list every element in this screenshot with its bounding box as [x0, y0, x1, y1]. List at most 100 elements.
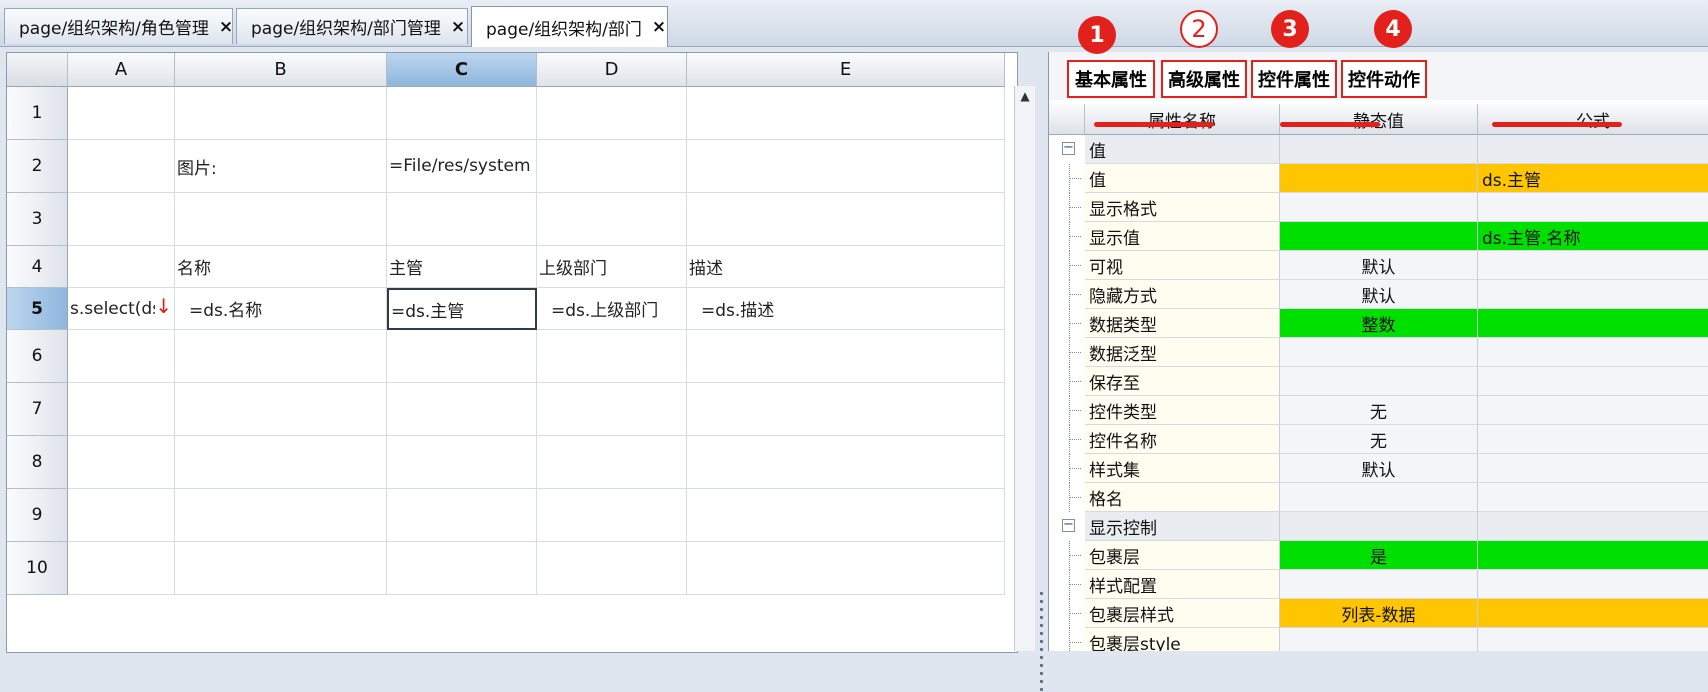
cell-d9[interactable] [537, 489, 687, 542]
cell-b2[interactable]: 图片: [175, 140, 387, 193]
column-header-e[interactable]: E [687, 53, 1005, 87]
vertical-scrollbar[interactable]: ▲ [1014, 86, 1035, 651]
property-formula[interactable]: ds.主管 [1478, 164, 1708, 193]
property-row[interactable]: 可视 默认 [1049, 251, 1708, 280]
cell-b4[interactable]: 名称 [175, 246, 387, 288]
cell-e1[interactable] [687, 87, 1005, 140]
property-row[interactable]: 数据泛型 [1049, 338, 1708, 367]
close-icon[interactable]: × [652, 17, 666, 37]
row-header-4[interactable]: 4 [7, 246, 68, 288]
cell-d7[interactable] [537, 383, 687, 436]
cell-d8[interactable] [537, 436, 687, 489]
property-static-value[interactable] [1280, 367, 1478, 396]
column-header-d[interactable]: D [537, 53, 687, 87]
cell-d4[interactable]: 上级部门 [537, 246, 687, 288]
cell-e3[interactable] [687, 193, 1005, 246]
collapse-icon[interactable]: − [1062, 141, 1075, 155]
row-header-9[interactable]: 9 [7, 489, 68, 542]
property-static-value[interactable] [1280, 628, 1478, 651]
property-row[interactable]: 包裹层style [1049, 628, 1708, 651]
property-row[interactable]: 样式配置 [1049, 570, 1708, 599]
cell-c3[interactable] [387, 193, 537, 246]
property-formula[interactable] [1478, 570, 1708, 599]
property-static-value[interactable]: 整数 [1280, 309, 1478, 338]
property-formula[interactable] [1478, 280, 1708, 309]
cell-b9[interactable] [175, 489, 387, 542]
scroll-up-icon[interactable]: ▲ [1015, 86, 1035, 106]
property-formula[interactable] [1478, 309, 1708, 338]
close-icon[interactable]: × [451, 17, 465, 37]
property-static-value[interactable] [1280, 193, 1478, 222]
row-header-5[interactable]: 5 [7, 288, 68, 330]
cell-c1[interactable] [387, 87, 537, 140]
cell-b5[interactable]: =ds.名称 [175, 288, 387, 330]
property-formula[interactable] [1478, 483, 1708, 512]
property-static-value[interactable]: 无 [1280, 425, 1478, 454]
cell-d6[interactable] [537, 330, 687, 383]
drag-handle-icon[interactable] [1040, 592, 1043, 692]
cell-c6[interactable] [387, 330, 537, 383]
property-row[interactable]: 隐藏方式 默认 [1049, 280, 1708, 309]
property-static-value[interactable]: 默认 [1280, 251, 1478, 280]
column-header-a[interactable]: A [68, 53, 175, 87]
cell-a3[interactable] [68, 193, 175, 246]
collapse-icon[interactable]: − [1062, 518, 1075, 532]
cell-c7[interactable] [387, 383, 537, 436]
property-formula[interactable]: ds.主管.名称 [1478, 222, 1708, 251]
property-static-value[interactable]: 无 [1280, 396, 1478, 425]
row-header-3[interactable]: 3 [7, 193, 68, 246]
property-row[interactable]: 保存至 [1049, 367, 1708, 396]
cell-b8[interactable] [175, 436, 387, 489]
property-static-value[interactable] [1280, 483, 1478, 512]
tab-basic-properties[interactable]: 基本属性 [1067, 60, 1155, 98]
property-formula[interactable] [1478, 367, 1708, 396]
property-row[interactable]: 显示格式 [1049, 193, 1708, 222]
property-formula[interactable] [1478, 193, 1708, 222]
property-static-value[interactable] [1280, 512, 1478, 541]
cell-c2[interactable]: =File/res/system [387, 140, 537, 193]
cell-c9[interactable] [387, 489, 537, 542]
cell-a8[interactable] [68, 436, 175, 489]
cell-e8[interactable] [687, 436, 1005, 489]
property-formula[interactable] [1478, 396, 1708, 425]
cell-d10[interactable] [537, 542, 687, 595]
property-row[interactable]: 控件类型无 [1049, 396, 1708, 425]
tab-control-actions[interactable]: 控件动作 [1341, 60, 1427, 98]
cell-a7[interactable] [68, 383, 175, 436]
cell-d2[interactable] [537, 140, 687, 193]
property-formula[interactable] [1478, 628, 1708, 651]
property-column-header[interactable]: 属性名称 [1085, 104, 1280, 135]
cell-c5[interactable]: =ds.主管 [387, 288, 537, 330]
property-group-row[interactable]: − 值 [1049, 135, 1708, 164]
cell-a4[interactable] [68, 246, 175, 288]
cell-b7[interactable] [175, 383, 387, 436]
cell-e7[interactable] [687, 383, 1005, 436]
property-column-header[interactable]: 静态值 [1280, 104, 1478, 135]
cell-e4[interactable]: 描述 [687, 246, 1005, 288]
property-row[interactable]: 数据类型 整数 [1049, 309, 1708, 338]
cell-e5[interactable]: =ds.描述 [687, 288, 1005, 330]
cell-d1[interactable] [537, 87, 687, 140]
property-static-value[interactable] [1280, 164, 1478, 193]
property-row[interactable]: 包裹层样式 列表-数据 [1049, 599, 1708, 628]
property-static-value[interactable] [1280, 570, 1478, 599]
cell-d5[interactable]: =ds.上级部门 [537, 288, 687, 330]
cell-a1[interactable] [68, 87, 175, 140]
tab-advanced-properties[interactable]: 高级属性 [1161, 60, 1247, 98]
property-row[interactable]: 显示值 ds.主管.名称 [1049, 222, 1708, 251]
close-icon[interactable]: × [219, 17, 233, 37]
row-header-1[interactable]: 1 [7, 87, 68, 140]
cell-c10[interactable] [387, 542, 537, 595]
property-formula[interactable] [1478, 135, 1708, 164]
property-static-value[interactable]: 默认 [1280, 280, 1478, 309]
property-static-value[interactable] [1280, 135, 1478, 164]
row-header-2[interactable]: 2 [7, 140, 68, 193]
cell-a10[interactable] [68, 542, 175, 595]
cell-b6[interactable] [175, 330, 387, 383]
property-formula[interactable] [1478, 425, 1708, 454]
cell-e9[interactable] [687, 489, 1005, 542]
row-header-6[interactable]: 6 [7, 330, 68, 383]
row-header-8[interactable]: 8 [7, 436, 68, 489]
property-formula[interactable] [1478, 251, 1708, 280]
cell-c4[interactable]: 主管 [387, 246, 537, 288]
